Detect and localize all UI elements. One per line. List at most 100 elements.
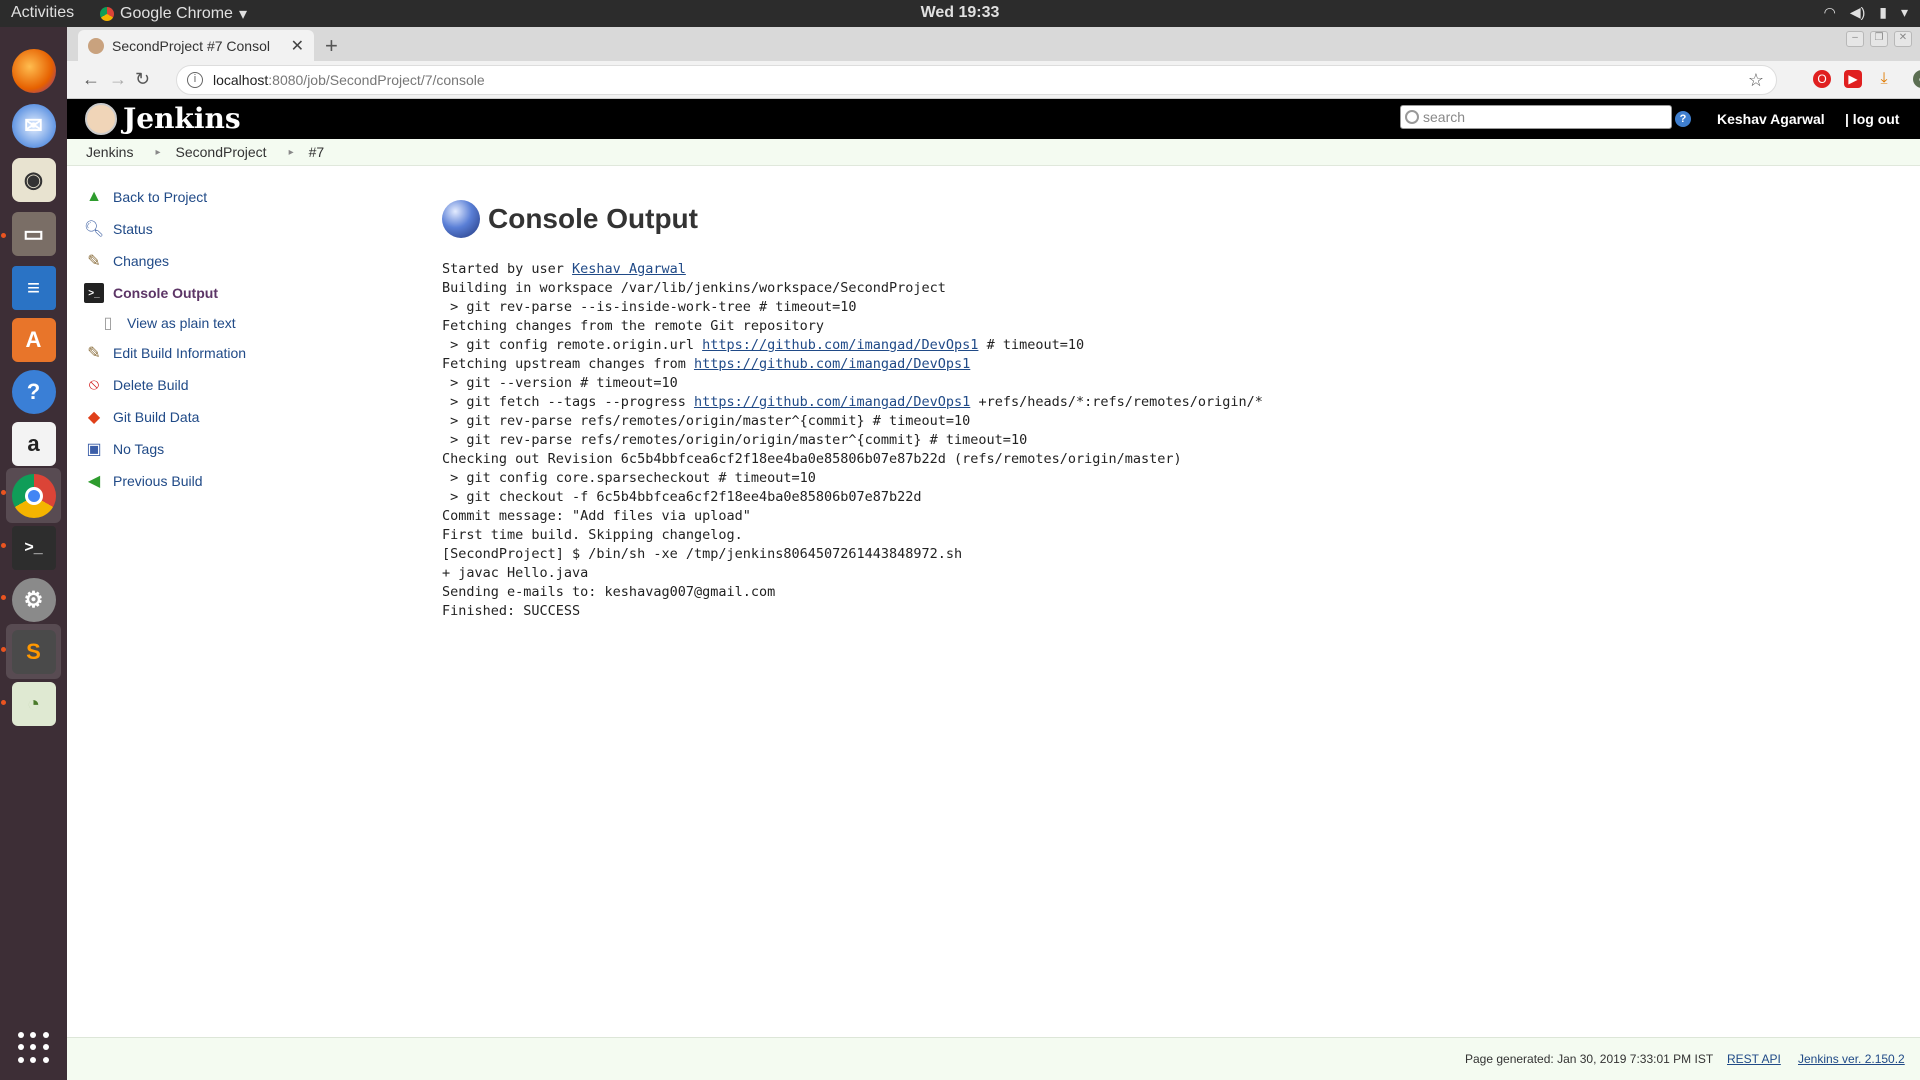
sidebar-item-delete-build[interactable]: ⦸ Delete Build [84, 369, 414, 401]
browser-chrome: SecondProject #7 Consol ✕ + – ❐ ✕ ← → ↻ … [67, 27, 1920, 99]
maximize-button[interactable]: ❐ [1870, 31, 1888, 47]
chrome-icon [11, 473, 56, 518]
dock: ✉ ◉ ▭ ≡ A ? a >_ ⚙ S ◔ [0, 27, 67, 1080]
console-repo-link[interactable]: https://github.com/imangad/DevOps1 [702, 337, 978, 353]
rest-api-link[interactable]: REST API [1727, 1052, 1781, 1066]
window-controls: – ❐ ✕ [1846, 31, 1912, 47]
image-viewer-icon: ◔ [11, 681, 56, 726]
show-applications-icon[interactable] [18, 1032, 50, 1064]
jenkins-logo[interactable]: Jenkins [85, 102, 241, 135]
sidebar-item-git-build-data[interactable]: ◆ Git Build Data [84, 401, 414, 433]
volume-icon: ◀) [1849, 4, 1866, 20]
forward-button[interactable]: → [109, 69, 127, 90]
jenkins-favicon-icon [88, 37, 104, 54]
profile-avatar[interactable]: ● [1913, 70, 1920, 88]
dock-chrome[interactable] [6, 468, 61, 523]
no-entry-icon: ⦸ [88, 376, 100, 393]
sidebar-item-label: Git Build Data [113, 409, 200, 425]
dock-image-viewer[interactable]: ◔ [6, 676, 61, 731]
sidebar-item-no-tags[interactable]: ▣ No Tags [84, 433, 414, 465]
console-repo-link[interactable]: https://github.com/imangad/DevOps1 [694, 394, 970, 410]
console-line: > git rev-parse refs/remotes/origin/mast… [442, 413, 971, 429]
dock-rhythmbox[interactable]: ◉ [6, 152, 61, 207]
bookmark-star-icon[interactable]: ☆ [1748, 70, 1764, 91]
dock-sublime[interactable]: S [6, 624, 61, 679]
sidebar-item-status[interactable]: 🔍︎ Status [84, 213, 414, 245]
console-output: Started by user Keshav Agarwal Building … [442, 260, 1902, 621]
console-user-link[interactable]: Keshav Agarwal [572, 261, 686, 277]
close-window-button[interactable]: ✕ [1894, 31, 1912, 47]
youtube-extension-icon[interactable]: ▶ [1844, 70, 1862, 88]
breadcrumb-separator-icon: ▸ [288, 146, 294, 158]
sidebar-item-view-plain-text[interactable]: ▯ View as plain text [84, 309, 414, 337]
system-top-bar: Activities Google Chrome ▾ Wed 19:33 ◠ ◀… [0, 0, 1920, 27]
system-tray[interactable]: ◠ ◀) ▮ ▾ [1824, 4, 1908, 21]
console-line: > git config core.sparsecheckout # timeo… [442, 470, 816, 486]
breadcrumb-project[interactable]: SecondProject [176, 144, 267, 160]
search-input[interactable]: search [1400, 105, 1672, 129]
sidebar-item-label: View as plain text [127, 315, 236, 331]
page-heading: Console Output [442, 200, 1902, 238]
dock-firefox[interactable] [6, 43, 61, 98]
browser-tab[interactable]: SecondProject #7 Consol ✕ [78, 30, 314, 61]
browser-toolbar: ← → ↻ i localhost:8080/job/SecondProject… [67, 61, 1920, 99]
console-repo-link[interactable]: https://github.com/imangad/DevOps1 [694, 356, 970, 372]
settings-icon: ⚙ [11, 577, 56, 622]
dock-files[interactable]: ▭ [6, 206, 61, 261]
dock-writer[interactable]: ≡ [6, 260, 61, 315]
console-line: Commit message: "Add files via upload" [442, 508, 751, 524]
search-placeholder: search [1423, 109, 1466, 125]
jenkins-version-link[interactable]: Jenkins ver. 2.150.2 [1798, 1052, 1905, 1066]
tab-title: SecondProject #7 Consol [112, 37, 270, 54]
dock-amazon[interactable]: a [6, 416, 61, 471]
minimize-button[interactable]: – [1846, 31, 1864, 47]
git-icon: ◆ [87, 409, 101, 426]
sidebar-item-changes[interactable]: ✎ Changes [84, 245, 414, 277]
dock-settings[interactable]: ⚙ [6, 572, 61, 627]
close-tab-icon[interactable]: ✕ [291, 36, 304, 56]
dock-thunderbird[interactable]: ✉ [6, 98, 61, 153]
sidebar-item-label: Delete Build [113, 377, 189, 393]
notepad-icon: ✎ [87, 253, 101, 270]
download-extension-icon[interactable]: ⤓ [1875, 70, 1893, 88]
sidebar-item-label: Console Output [113, 285, 218, 301]
breadcrumb: Jenkins ▸ SecondProject ▸ #7 [67, 139, 1920, 166]
console-line: Sending e-mails to: keshavag007@gmail.co… [442, 584, 776, 600]
opera-extension-icon[interactable]: O [1813, 70, 1831, 88]
console-line: Building in workspace /var/lib/jenkins/w… [442, 280, 946, 296]
breadcrumb-jenkins[interactable]: Jenkins [86, 144, 133, 160]
breadcrumb-separator-icon: ▸ [155, 146, 161, 158]
user-link[interactable]: Keshav Agarwal [1717, 111, 1825, 127]
console-line: [SecondProject] $ /bin/sh -xe /tmp/jenki… [442, 546, 963, 562]
thunderbird-icon: ✉ [11, 103, 56, 148]
footer: Page generated: Jan 30, 2019 7:33:01 PM … [67, 1037, 1920, 1080]
site-info-icon[interactable]: i [187, 72, 203, 88]
amazon-icon: a [11, 421, 56, 466]
jenkins-logo-text: Jenkins [123, 102, 241, 135]
document-icon: ▯ [103, 315, 113, 332]
reload-button[interactable]: ↻ [135, 69, 150, 90]
rhythmbox-icon: ◉ [11, 157, 56, 202]
sidebar-item-label: Back to Project [113, 189, 208, 205]
page-title: Console Output [488, 203, 698, 234]
search-icon [1405, 110, 1419, 124]
software-center-icon: A [11, 317, 56, 362]
logout-link[interactable]: | log out [1845, 111, 1899, 127]
dock-terminal[interactable]: >_ [6, 520, 61, 575]
files-icon: ▭ [11, 211, 56, 256]
back-button[interactable]: ← [82, 69, 100, 90]
sidebar-item-previous-build[interactable]: ◀ Previous Build [84, 465, 414, 497]
floppy-disk-icon: ▣ [86, 441, 102, 458]
new-tab-button[interactable]: + [325, 33, 338, 59]
help-icon[interactable]: ? [1675, 111, 1691, 127]
breadcrumb-build[interactable]: #7 [309, 144, 325, 160]
sidebar-item-edit-build-info[interactable]: ✎ Edit Build Information [84, 337, 414, 369]
clock[interactable]: Wed 19:33 [0, 4, 1920, 22]
console-line: Fetching upstream changes from [442, 356, 694, 372]
main-content: Console Output Started by user Keshav Ag… [442, 200, 1902, 621]
address-bar[interactable]: i localhost:8080/job/SecondProject/7/con… [176, 65, 1777, 95]
dock-help[interactable]: ? [6, 364, 61, 419]
sidebar-item-console-output[interactable]: >_ Console Output [84, 277, 414, 309]
dock-software[interactable]: A [6, 312, 61, 367]
sidebar-item-back-to-project[interactable]: ▲ Back to Project [84, 181, 414, 213]
